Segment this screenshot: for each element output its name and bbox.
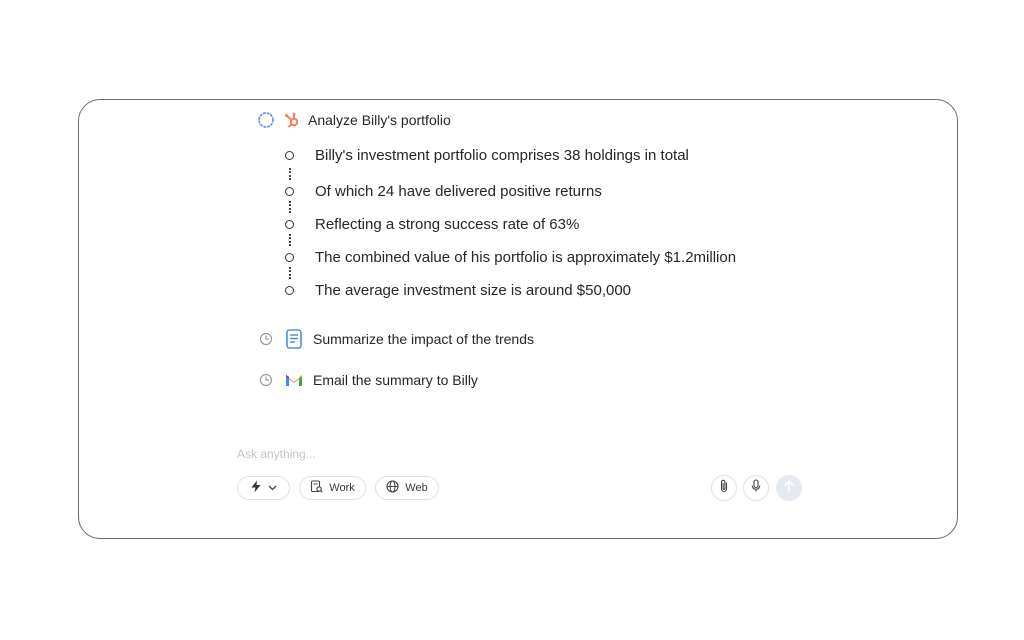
task-email-label: Email the summary to Billy (313, 372, 478, 388)
task-analyze-label: Analyze Billy's portfolio (308, 112, 451, 128)
step-item: The combined value of his portfolio is a… (285, 249, 736, 266)
analysis-steps: Billy's investment portfolio comprises 3… (285, 145, 885, 305)
task-summarize-label: Summarize the impact of the trends (313, 331, 534, 347)
clock-icon (256, 329, 276, 349)
globe-icon (386, 480, 399, 496)
step-text: Reflecting a strong success rate of 63% (315, 216, 580, 233)
step-connector (289, 267, 293, 279)
task-summarize[interactable]: Summarize the impact of the trends (256, 329, 534, 349)
work-button[interactable]: Work (299, 476, 366, 500)
step-text: Of which 24 have delivered positive retu… (315, 183, 602, 200)
clock-icon (256, 370, 276, 390)
step-connector (289, 234, 293, 246)
task-email[interactable]: Email the summary to Billy (256, 370, 478, 390)
step-circle-icon (285, 253, 294, 262)
send-button[interactable] (776, 475, 802, 501)
chat-card: Analyze Billy's portfolio Billy's invest… (78, 99, 958, 539)
microphone-icon (751, 478, 761, 498)
step-item: Reflecting a strong success rate of 63% (285, 216, 579, 233)
work-doc-search-icon (310, 480, 323, 496)
step-item: Billy's investment portfolio comprises 3… (285, 147, 689, 164)
attach-button[interactable] (711, 475, 737, 501)
step-text: The combined value of his portfolio is a… (315, 249, 737, 266)
prompt-input[interactable]: Ask anything... (237, 447, 316, 461)
work-label: Work (329, 482, 355, 494)
step-text: Billy's investment portfolio comprises 3… (315, 147, 689, 164)
web-label: Web (405, 482, 428, 494)
lightning-icon (250, 480, 262, 496)
step-connector (289, 201, 293, 213)
step-item: The average investment size is around $5… (285, 282, 631, 299)
step-circle-icon (285, 151, 294, 160)
document-icon (284, 329, 304, 349)
task-analyze[interactable]: Analyze Billy's portfolio (256, 110, 451, 130)
chevron-down-icon (268, 482, 277, 494)
gmail-icon (284, 370, 304, 390)
loading-spinner-icon (256, 110, 276, 130)
step-text: The average investment size is around $5… (315, 282, 632, 299)
paperclip-icon (719, 479, 729, 498)
step-connector (289, 168, 293, 180)
mode-selector-button[interactable] (237, 476, 290, 500)
arrow-up-icon (784, 479, 794, 497)
step-circle-icon (285, 286, 294, 295)
step-circle-icon (285, 187, 294, 196)
web-button[interactable]: Web (375, 476, 439, 500)
step-item: Of which 24 have delivered positive retu… (285, 183, 602, 200)
microphone-button[interactable] (743, 475, 769, 501)
step-circle-icon (285, 220, 294, 229)
hubspot-icon (282, 110, 302, 130)
